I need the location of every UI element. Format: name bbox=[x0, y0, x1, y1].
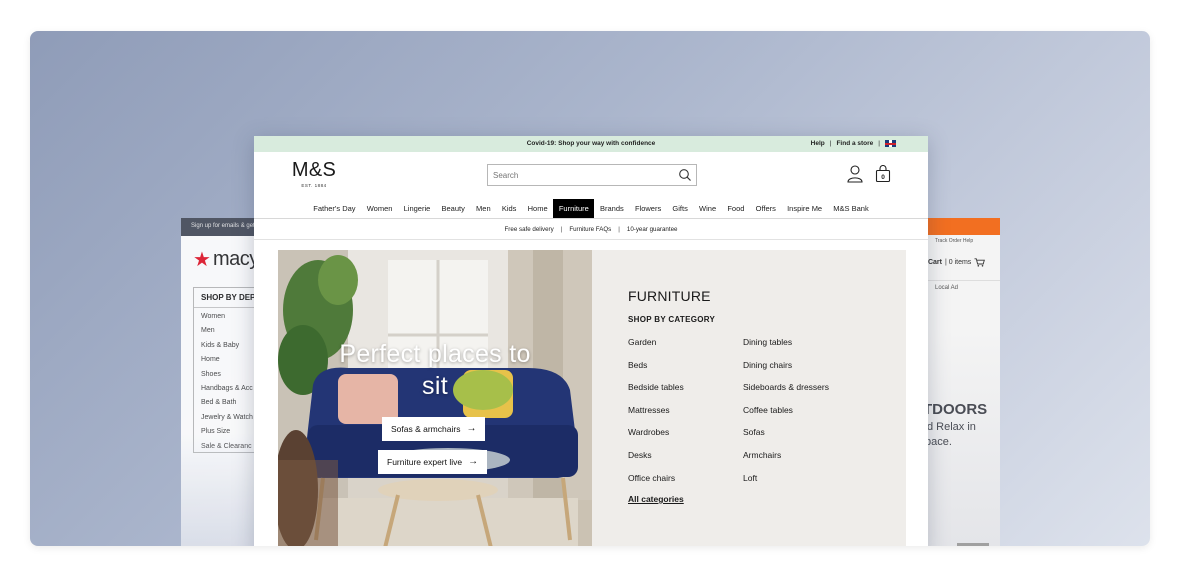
logo-est: EST. 1884 bbox=[301, 183, 327, 188]
cart-label: Cart bbox=[927, 259, 942, 266]
divider bbox=[927, 280, 1000, 281]
bag-count: 0 bbox=[881, 174, 885, 181]
usp-delivery[interactable]: Free safe delivery bbox=[498, 226, 561, 233]
category-link[interactable]: Dining chairs bbox=[743, 359, 829, 382]
category-link[interactable]: Sideboards & dressers bbox=[743, 381, 829, 404]
header-icons: 0 bbox=[847, 165, 891, 183]
category-link[interactable]: Wardrobes bbox=[628, 426, 684, 449]
arrow-right-icon: → bbox=[468, 456, 479, 467]
depot-subtext-1: d Relax in bbox=[927, 421, 976, 433]
nav-item[interactable]: Lingerie bbox=[398, 199, 436, 218]
search-box bbox=[487, 164, 697, 186]
account-icon[interactable] bbox=[847, 165, 863, 183]
category-panel: FURNITURE SHOP BY CATEGORY Garden Beds Bed… bbox=[592, 250, 906, 546]
category-link[interactable]: Office chairs bbox=[628, 472, 684, 495]
depot-subtext-2: pace. bbox=[927, 436, 952, 448]
uk-flag-icon[interactable] bbox=[885, 140, 896, 147]
search-icon[interactable] bbox=[678, 168, 692, 182]
bag-icon[interactable]: 0 bbox=[875, 165, 891, 183]
panel-subtitle: SHOP BY CATEGORY bbox=[628, 315, 716, 324]
find-store-link[interactable]: Find a store bbox=[836, 140, 873, 147]
category-link[interactable]: Armchairs bbox=[743, 449, 829, 472]
content: Perfect places to sit Sofas & armchairs … bbox=[278, 250, 906, 546]
category-link[interactable]: Beds bbox=[628, 359, 684, 382]
nav-item[interactable]: Home bbox=[522, 199, 553, 218]
category-column-2: Dining tables Dining chairs Sideboards & d… bbox=[743, 336, 829, 494]
usp-guarantee[interactable]: 10-year guarantee bbox=[620, 226, 685, 233]
carousel-indicator[interactable] bbox=[957, 543, 989, 546]
sofas-armchairs-button[interactable]: Sofas & armchairs → bbox=[382, 417, 486, 441]
ms-window: Covid-19: Shop your way with confidence … bbox=[254, 136, 928, 546]
category-link[interactable]: Bedside tables bbox=[628, 381, 684, 404]
usp-bar: Free safe delivery | Furniture FAQs | 10… bbox=[254, 219, 928, 239]
nav-item[interactable]: M&S Bank bbox=[828, 199, 875, 218]
nav-item[interactable]: Wine bbox=[693, 199, 721, 218]
hero-banner[interactable]: Perfect places to sit Sofas & armchairs … bbox=[278, 250, 592, 546]
nav-item[interactable]: Food bbox=[722, 199, 750, 218]
depot-window: Track Order Help ⌖ Cart | 0 items Local … bbox=[927, 218, 1000, 546]
nav-item[interactable]: Furniture bbox=[553, 198, 595, 218]
button-label: Furniture expert live bbox=[387, 457, 463, 467]
separator: | bbox=[878, 140, 880, 147]
category-link[interactable]: Desks bbox=[628, 449, 684, 472]
nav-item[interactable]: Women bbox=[361, 199, 398, 218]
category-link[interactable]: Sofas bbox=[743, 426, 829, 449]
nav-list: Father's Day Women Lingerie Beauty Men Kids Ho… bbox=[308, 198, 875, 218]
cart-link[interactable]: ⌖ Cart | 0 items bbox=[927, 258, 986, 267]
depot-top-bar bbox=[927, 218, 1000, 235]
depot-top-links[interactable]: Track Order Help bbox=[935, 238, 973, 244]
hero-headline-line-1: Perfect places to bbox=[339, 340, 531, 368]
promo-bar: Covid-19: Shop your way with confidence … bbox=[254, 136, 928, 152]
nav-item[interactable]: Inspire Me bbox=[782, 199, 828, 218]
logo-word: M&S bbox=[291, 159, 337, 181]
category-link[interactable]: Coffee tables bbox=[743, 404, 829, 427]
cart-icon bbox=[974, 258, 986, 267]
category-link[interactable]: Garden bbox=[628, 336, 684, 359]
nav-item[interactable]: Kids bbox=[496, 199, 522, 218]
help-link[interactable]: Help bbox=[811, 140, 825, 147]
hero-headline: Perfect places to sit bbox=[278, 338, 592, 402]
header: M&S EST. 1884 0 bbox=[254, 152, 928, 198]
nav-item[interactable]: Gifts bbox=[667, 199, 694, 218]
background-stage: Sign up for emails & get ★ macy SHOP BY … bbox=[30, 31, 1150, 546]
nav-item[interactable]: Father's Day bbox=[308, 199, 361, 218]
top-links: Help | Find a store | bbox=[811, 140, 896, 147]
usp-divider bbox=[254, 239, 928, 240]
depot-headline: TDOORS bbox=[927, 401, 988, 418]
usp-faqs[interactable]: Furniture FAQs bbox=[562, 226, 618, 233]
cart-count: | 0 items bbox=[944, 259, 972, 266]
main-nav: Father's Day Women Lingerie Beauty Men Kids Ho… bbox=[254, 198, 928, 218]
local-ad-link[interactable]: Local Ad bbox=[935, 285, 958, 291]
button-label: Sofas & armchairs bbox=[391, 424, 461, 434]
nav-item[interactable]: Offers bbox=[750, 199, 781, 218]
separator: | bbox=[829, 140, 832, 147]
arrow-right-icon: → bbox=[466, 423, 477, 434]
hero-headline-line-2: sit bbox=[422, 372, 448, 400]
macys-logo-text: macy bbox=[212, 248, 259, 270]
category-link[interactable]: Mattresses bbox=[628, 404, 684, 427]
category-column-1: Garden Beds Bedside tables Mattresses Wardro… bbox=[628, 336, 684, 494]
category-link[interactable]: Dining tables bbox=[743, 336, 829, 359]
macys-logo[interactable]: ★ macy bbox=[193, 248, 259, 271]
all-categories-link[interactable]: All categories bbox=[628, 494, 684, 504]
furniture-expert-button[interactable]: Furniture expert live → bbox=[378, 450, 488, 474]
star-icon: ★ bbox=[193, 248, 211, 271]
nav-item[interactable]: Men bbox=[470, 199, 496, 218]
ms-logo[interactable]: M&S EST. 1884 bbox=[289, 159, 339, 188]
category-link[interactable]: Loft bbox=[743, 472, 829, 495]
nav-item[interactable]: Flowers bbox=[629, 199, 666, 218]
search-input[interactable] bbox=[488, 165, 668, 186]
nav-item[interactable]: Brands bbox=[594, 199, 629, 218]
panel-title: FURNITURE bbox=[628, 288, 711, 304]
nav-item[interactable]: Beauty bbox=[436, 199, 471, 218]
